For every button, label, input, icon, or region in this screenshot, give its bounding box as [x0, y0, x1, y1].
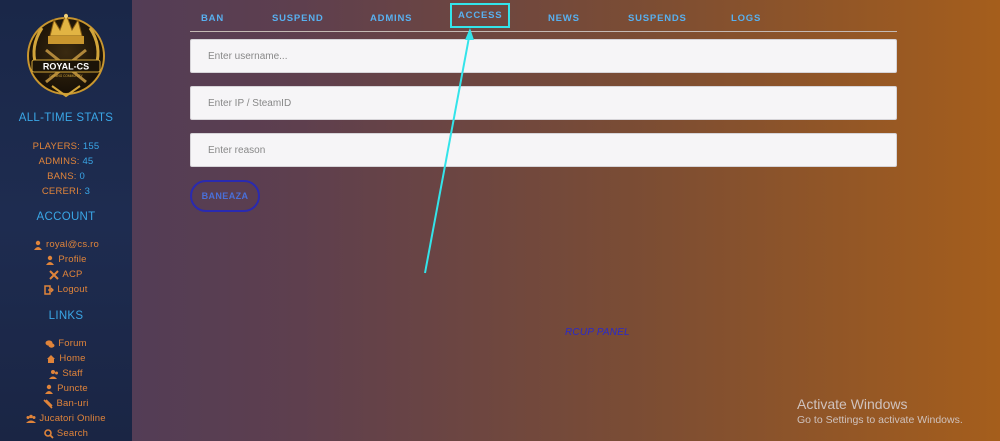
windows-watermark-title: Activate Windows	[797, 396, 908, 412]
footer-panel-label: RCUP PANEL	[565, 327, 630, 338]
reason-input[interactable]	[190, 133, 897, 167]
chat-icon	[45, 339, 55, 348]
user-icon	[46, 255, 55, 265]
tab-suspend[interactable]: SUSPEND	[272, 10, 324, 27]
tab-logs[interactable]: LOGS	[731, 10, 761, 27]
top-nav: BAN SUSPEND ADMINS ACCESS NEWS SUSPENDS …	[190, 3, 897, 32]
logo-text: ROYAL-CS	[43, 62, 89, 72]
user-icon	[33, 240, 42, 250]
stat-bans: BANS: 0	[47, 171, 85, 182]
account-acp[interactable]: ACP	[0, 269, 132, 280]
link-home[interactable]: Home	[0, 353, 132, 364]
users-icon	[49, 369, 59, 379]
link-staff[interactable]: Staff	[0, 368, 132, 379]
sidebar: ROYAL-CS GAMING COMMUNITY ALL-TIME STATS…	[0, 0, 132, 441]
account-email[interactable]: royal@cs.ro	[0, 239, 132, 250]
links-title: LINKS	[48, 310, 84, 322]
tab-admins[interactable]: ADMINS	[370, 10, 412, 27]
link-forum[interactable]: Forum	[0, 338, 132, 349]
link-puncte[interactable]: Puncte	[0, 383, 132, 394]
stat-admins: ADMINS: 45	[38, 156, 94, 167]
baneaza-button[interactable]: BANEAZA	[190, 180, 260, 212]
tab-access[interactable]: ACCESS	[449, 3, 511, 28]
tab-ban[interactable]: BAN	[201, 10, 224, 27]
stats-title: ALL-TIME STATS	[18, 112, 114, 124]
link-search[interactable]: Search	[0, 428, 132, 439]
tab-suspends[interactable]: SUSPENDS	[628, 10, 687, 27]
group-icon	[26, 414, 37, 423]
link-ban-uri[interactable]: Ban-uri	[0, 398, 132, 409]
stat-cereri: CERERI: 3	[41, 186, 91, 197]
account-title: ACCOUNT	[36, 211, 96, 223]
windows-watermark-subtitle: Go to Settings to activate Windows.	[797, 414, 963, 426]
username-input[interactable]	[190, 39, 897, 73]
ban-icon	[43, 398, 54, 409]
search-icon	[44, 428, 54, 439]
logo-tagline: GAMING COMMUNITY	[49, 74, 83, 78]
stat-players: PLAYERS: 155	[32, 141, 100, 152]
link-jucatori-online[interactable]: Jucatori Online	[0, 413, 132, 424]
account-logout[interactable]: Logout	[0, 284, 132, 295]
home-icon	[47, 354, 56, 363]
royal-cs-logo[interactable]: ROYAL-CS GAMING COMMUNITY	[22, 6, 110, 102]
tab-news[interactable]: NEWS	[548, 10, 580, 27]
user-icon	[45, 384, 54, 394]
account-profile[interactable]: Profile	[0, 254, 132, 265]
ip-steamid-input[interactable]	[190, 86, 897, 120]
tools-icon	[49, 269, 60, 280]
logout-icon	[44, 284, 55, 295]
